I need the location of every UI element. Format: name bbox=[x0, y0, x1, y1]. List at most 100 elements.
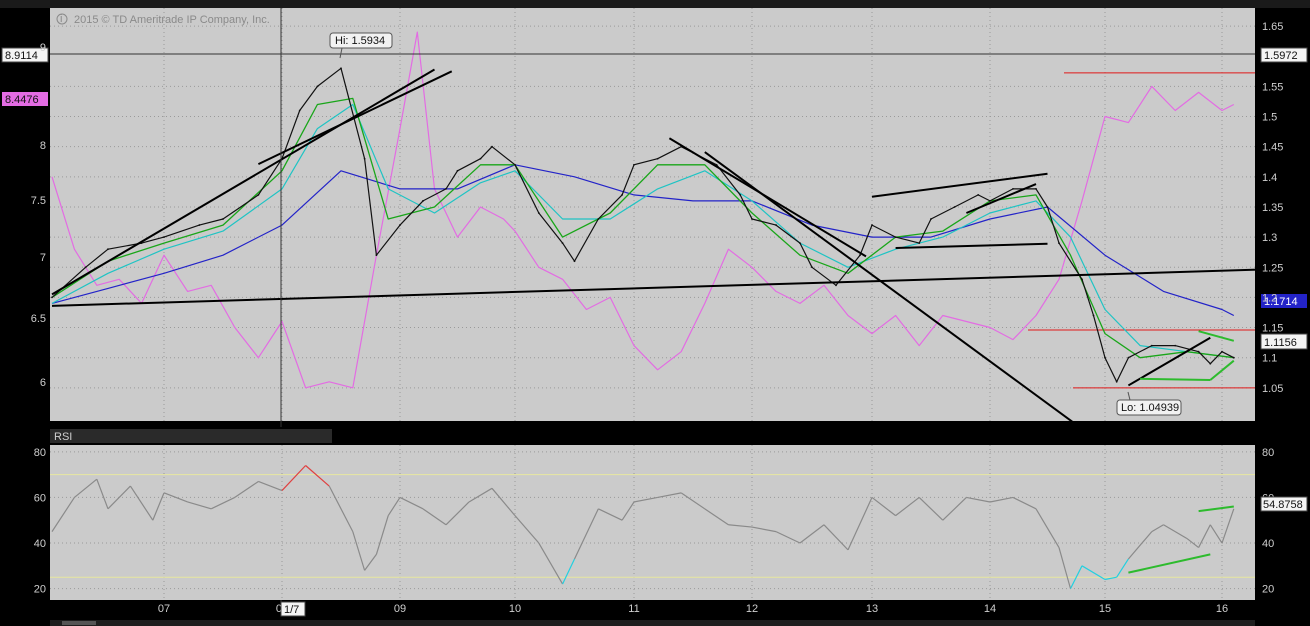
right-axis-tick-label: 1.45 bbox=[1262, 142, 1283, 154]
price-point bbox=[1174, 344, 1177, 347]
copyright-watermark: 2015 © TD Ameritrade IP Company, Inc. bbox=[74, 14, 270, 26]
price-point bbox=[399, 224, 401, 226]
hi-label: Hi: 1.5934 bbox=[335, 35, 385, 47]
price-point bbox=[751, 218, 753, 220]
price-point bbox=[1127, 356, 1130, 359]
price-point bbox=[298, 109, 301, 112]
price-point bbox=[894, 236, 897, 239]
right-cursor-tag: 1.5972 bbox=[1260, 47, 1308, 63]
price-point bbox=[340, 67, 342, 70]
price-point bbox=[456, 169, 459, 172]
lo-label: Lo: 1.04939 bbox=[1121, 402, 1179, 414]
price-point bbox=[257, 194, 260, 196]
price-point bbox=[163, 236, 165, 239]
x-axis-tick-label: 12 bbox=[746, 603, 758, 615]
price-point bbox=[811, 266, 813, 269]
rsi-header-tab[interactable] bbox=[50, 429, 332, 443]
left-axis-tick-label: 7 bbox=[40, 252, 46, 264]
price-point bbox=[871, 224, 873, 226]
price-point bbox=[1115, 380, 1118, 383]
rsi-last-tag: 54.8758 bbox=[1260, 496, 1308, 512]
price-point bbox=[1232, 356, 1235, 359]
time-axis: 07080910111213141516 bbox=[158, 603, 1228, 615]
price-point bbox=[537, 212, 540, 214]
price-point bbox=[1209, 362, 1212, 365]
price-point bbox=[222, 218, 224, 220]
price-point bbox=[799, 242, 801, 245]
rsi-left-tick-label: 40 bbox=[34, 538, 46, 550]
price-point bbox=[739, 194, 742, 196]
price-point bbox=[918, 242, 921, 245]
price-point bbox=[597, 218, 600, 220]
price-point bbox=[953, 206, 956, 208]
horizontal-scrollbar[interactable] bbox=[50, 620, 1255, 626]
price-point bbox=[1058, 242, 1060, 245]
price-point bbox=[656, 157, 659, 160]
left-axis-tick-label: 9 bbox=[40, 42, 46, 54]
x-axis-tick-label: 16 bbox=[1216, 603, 1228, 615]
left-axis-tick-label: 6 bbox=[40, 377, 46, 389]
x-axis-tick-label: 11 bbox=[628, 603, 639, 615]
price-point bbox=[633, 163, 635, 166]
x-axis-tick-label: 07 bbox=[158, 603, 170, 615]
price-point bbox=[479, 157, 482, 160]
wedge-line bbox=[1140, 377, 1211, 382]
price-point bbox=[491, 145, 493, 148]
price-point bbox=[1092, 314, 1095, 317]
rsi-left-tick-label: 80 bbox=[34, 447, 46, 459]
right-axis-tick-label: 1.55 bbox=[1262, 81, 1283, 93]
price-point bbox=[198, 224, 201, 226]
price-point bbox=[363, 157, 366, 160]
cursor-date-tag: 1/7 bbox=[280, 601, 306, 617]
right-axis-tick-label: 1.35 bbox=[1262, 202, 1283, 214]
x-axis-tick-label: 14 bbox=[984, 603, 996, 615]
price-point bbox=[84, 266, 87, 269]
price-point bbox=[1221, 350, 1223, 353]
price-point bbox=[51, 296, 53, 299]
price-point bbox=[107, 248, 109, 251]
right-axis-tick-label: 1.15 bbox=[1262, 323, 1283, 335]
price-point bbox=[989, 200, 991, 202]
price-point bbox=[930, 218, 932, 220]
rsi-left-tick-label: 60 bbox=[34, 492, 46, 504]
right-axis-tick-label: 1.1 bbox=[1262, 353, 1277, 365]
right-axis-tick-label: 1.65 bbox=[1262, 21, 1283, 33]
right-axis-tick-label: 1.3 bbox=[1262, 232, 1277, 244]
rsi-title: RSI bbox=[54, 431, 72, 443]
price-point bbox=[561, 242, 564, 245]
right-last-tag: 1.1156 bbox=[1260, 333, 1308, 350]
right-cursor-value: 1.5972 bbox=[1264, 50, 1298, 62]
rsi-right-tick-label: 80 bbox=[1262, 447, 1274, 459]
price-point bbox=[514, 163, 516, 166]
cursor-date-label: 1/7 bbox=[284, 604, 299, 616]
left-axis-tick-label: 7.5 bbox=[31, 195, 46, 207]
price-point bbox=[1012, 187, 1014, 190]
info-icon-glyph: i bbox=[60, 13, 62, 25]
price-point bbox=[1150, 344, 1153, 347]
left-cursor-value: 8.9114 bbox=[5, 50, 38, 62]
price-point bbox=[1046, 206, 1049, 208]
right-last-value: 1.1156 bbox=[1264, 337, 1297, 349]
rsi-last-value: 54.8758 bbox=[1263, 499, 1303, 511]
right-axis-tick-label: 1.4 bbox=[1262, 172, 1277, 184]
price-point bbox=[422, 200, 424, 202]
left-overlay-value: 8.4476 bbox=[5, 94, 39, 106]
rsi-right-tick-label: 40 bbox=[1262, 538, 1274, 550]
price-point bbox=[977, 194, 980, 196]
price-point bbox=[1035, 187, 1037, 190]
x-axis-tick-label: 15 bbox=[1099, 603, 1111, 615]
price-panel[interactable] bbox=[50, 8, 1255, 421]
rsi-left-tick-label: 20 bbox=[34, 584, 46, 596]
x-axis-tick-label: 13 bbox=[866, 603, 878, 615]
right-axis-tick-label: 1.25 bbox=[1262, 262, 1283, 274]
x-axis-tick-label: 10 bbox=[509, 603, 521, 615]
price-point bbox=[316, 85, 319, 88]
right-axis-tick-label: 1.2 bbox=[1262, 292, 1277, 304]
chart-stage: i 2015 © TD Ameritrade IP Company, Inc. … bbox=[1, 8, 1308, 626]
scrollbar-thumb[interactable] bbox=[62, 621, 96, 625]
price-point bbox=[375, 254, 378, 257]
price-point bbox=[621, 194, 623, 196]
left-overlay-tag: 8.4476 bbox=[2, 92, 48, 106]
price-point bbox=[835, 284, 837, 287]
price-point bbox=[573, 260, 576, 263]
